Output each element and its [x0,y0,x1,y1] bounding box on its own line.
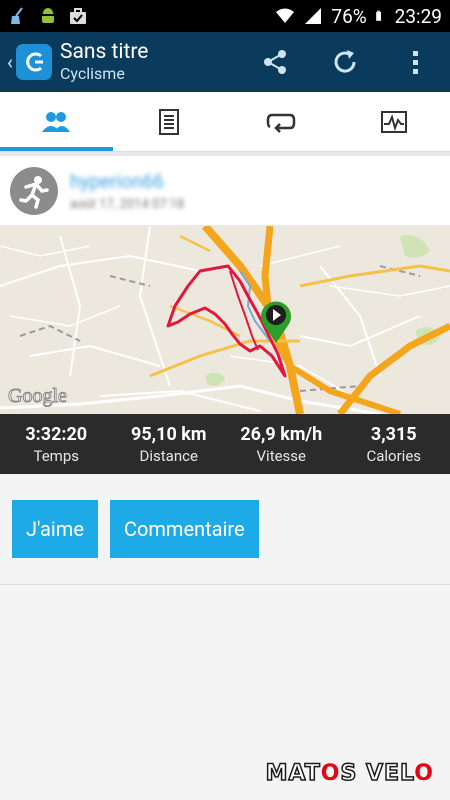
runner-icon [19,175,49,209]
signal-icon [305,8,322,24]
app-logo[interactable] [16,44,52,80]
android-icon [41,8,55,23]
more-vert-icon [413,51,418,74]
tab-social[interactable] [0,92,113,151]
back-chevron-icon[interactable]: ‹ [0,50,16,74]
activity-card: hyperion66 août 17, 2014 07:18 Google 3:… [0,156,450,474]
stat-label: Distance [139,446,198,465]
stat-calories: 3,315 Calories [338,414,450,474]
wifi-icon [276,8,295,23]
bag-check-icon [70,8,86,24]
stat-value: 3:32:20 [25,423,88,445]
comment-button[interactable]: Commentaire [109,500,259,558]
stat-value: 95,10 km [131,423,207,445]
system-status: 76% 23:29 [275,5,442,28]
stat-value: 3,315 [370,423,417,445]
map-canvas [0,226,450,414]
stat-distance: 95,10 km Distance [113,414,226,474]
clock: 23:29 [394,4,442,28]
page-title: Sans titre [60,40,149,64]
map-marker-icon[interactable] [259,298,293,344]
broom-icon [11,7,23,24]
status-bar: 76% 23:29 [0,0,450,32]
like-button[interactable]: J'aime [12,500,98,558]
share-icon [264,50,286,74]
watermark-logo: MATOS VELO [265,760,434,787]
map-attribution: Google [8,385,68,408]
stat-label: Temps [33,446,80,465]
stat-label: Calories [366,446,422,465]
stat-value: 26,9 km/h [240,423,323,445]
avatar[interactable] [10,166,58,215]
battery-percent: 76% [331,4,367,28]
stat-label: Vitesse [256,446,307,465]
title-block: Sans titre Cyclisme [60,40,240,84]
route-map[interactable]: Google [0,226,450,414]
page-subtitle: Cyclisme [60,64,125,83]
refresh-icon [334,50,356,73]
people-icon [42,111,71,132]
refresh-button[interactable] [310,32,380,92]
chart-icon [380,110,407,133]
tab-details[interactable] [113,92,226,151]
battery-icon [375,10,381,21]
garmin-connect-icon [26,52,43,72]
notification-icons [8,6,88,26]
stat-time: 3:32:20 Temps [0,414,113,474]
action-buttons: J'aime Commentaire [0,474,450,585]
overflow-menu-button[interactable] [380,32,450,92]
repeat-icon [267,113,296,133]
share-button[interactable] [240,32,310,92]
action-bar: ‹ Sans titre Cyclisme [0,32,450,92]
activity-date: août 17, 2014 07:18 [70,196,185,212]
activity-header[interactable]: hyperion66 août 17, 2014 07:18 [0,156,450,226]
document-icon [158,108,179,135]
tab-bar [0,92,450,152]
stats-bar: 3:32:20 Temps 95,10 km Distance 26,9 km/… [0,414,450,474]
tab-laps[interactable] [225,92,338,151]
stat-speed: 26,9 km/h Vitesse [225,414,338,474]
activity-user[interactable]: hyperion66 [70,170,184,193]
tab-charts[interactable] [338,92,450,151]
